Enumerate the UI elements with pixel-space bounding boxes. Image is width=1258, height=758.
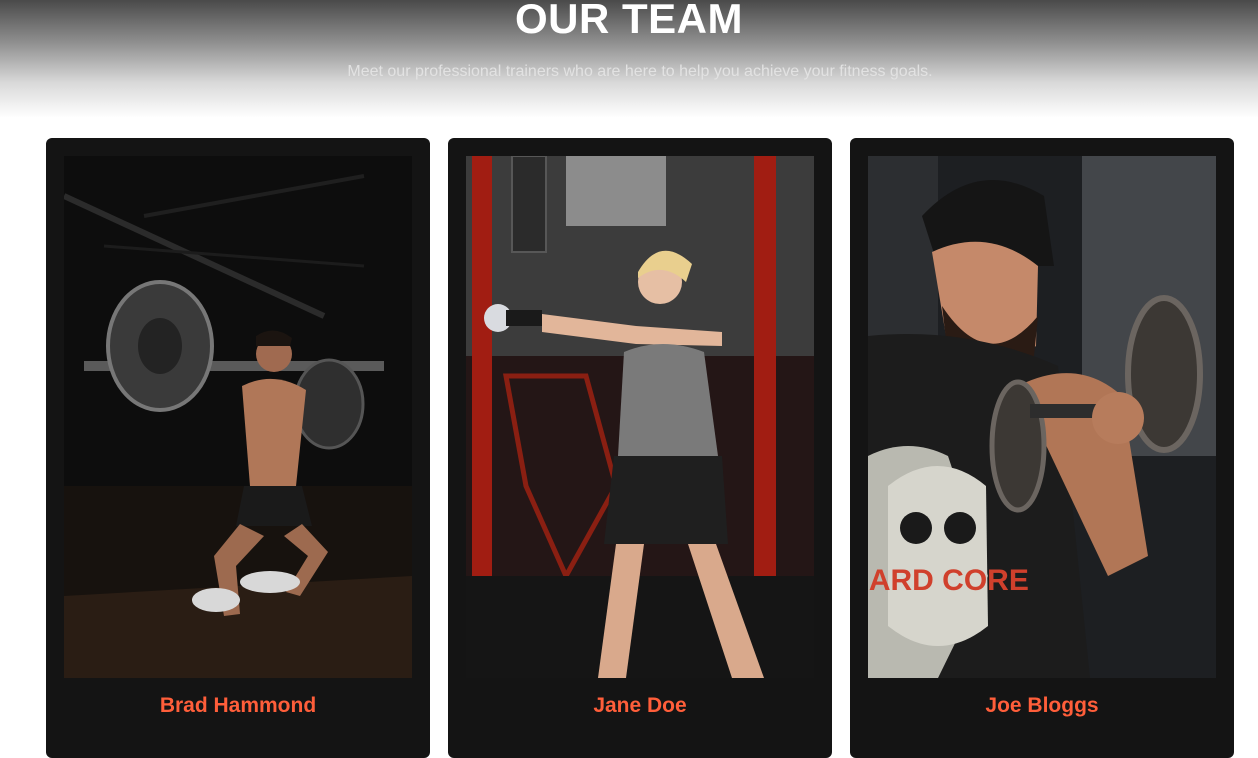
page-subtitle: Meet our professional trainers who are h…: [347, 63, 933, 80]
trainer-photo: [466, 156, 814, 678]
trainer-card[interactable]: Brad Hammond: [46, 138, 430, 758]
trainer-name: Jane Doe: [593, 694, 687, 717]
shirt-print: HARD CORE: [868, 564, 1029, 597]
trainer-name: Brad Hammond: [159, 694, 317, 717]
page-title: OUR TEAM: [515, 0, 743, 42]
trainer-photo: [64, 156, 412, 678]
trainer-card[interactable]: Jane Doe: [448, 138, 832, 758]
hero-header: OUR TEAM Meet our professional trainers …: [0, 0, 1258, 118]
trainer-name: Joe Bloggs: [985, 694, 1099, 717]
trainer-photo: HARD CORE: [868, 156, 1216, 678]
trainer-card[interactable]: HARD CORE Joe Bloggs: [850, 138, 1234, 758]
